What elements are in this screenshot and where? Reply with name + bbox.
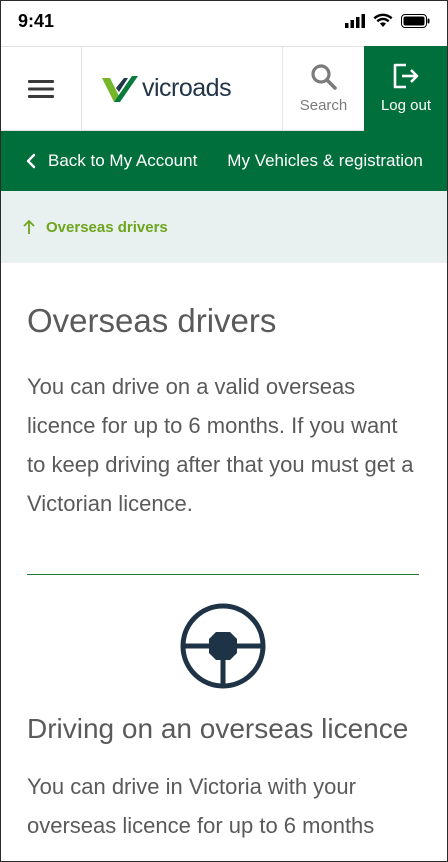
search-button[interactable]: Search	[282, 47, 364, 130]
section-heading: Driving on an overseas licence	[27, 713, 409, 744]
status-time: 9:41	[18, 11, 55, 31]
my-vehicles-link[interactable]: My Vehicles & registration	[227, 151, 423, 171]
section-paragraph: You can drive in Victoria with your over…	[27, 774, 375, 838]
vicroads-logo-icon	[102, 75, 138, 102]
hamburger-menu-icon	[27, 79, 54, 98]
signal-icon	[345, 13, 365, 28]
breadcrumb[interactable]: Overseas drivers	[0, 191, 448, 263]
battery-icon	[401, 13, 430, 28]
sub-navigation: Back to My Account My Vehicles & registr…	[0, 131, 448, 191]
site-header: vicroads Search Log out	[0, 46, 448, 131]
steering-wheel-wrap	[27, 602, 419, 690]
search-label: Search	[299, 97, 348, 114]
back-label: Back to My Account	[48, 151, 198, 170]
page-title: Overseas drivers	[27, 302, 277, 339]
main-content: Overseas drivers You can drive on a vali…	[27, 263, 419, 845]
status-icons	[345, 13, 430, 28]
vicroads-logo[interactable]: vicroads	[82, 47, 282, 130]
status-bar: 9:41	[0, 0, 448, 46]
steering-wheel-icon	[180, 603, 266, 689]
logout-icon	[393, 63, 419, 89]
breadcrumb-label: Overseas drivers	[46, 218, 168, 236]
search-icon	[310, 64, 337, 90]
chevron-left-icon	[26, 153, 36, 169]
menu-button[interactable]	[0, 47, 82, 130]
wifi-icon	[373, 13, 393, 27]
section-divider	[27, 574, 419, 575]
intro-paragraph: You can drive on a valid overseas licenc…	[27, 374, 414, 516]
logout-button[interactable]: Log out	[364, 46, 448, 131]
logout-label: Log out	[380, 97, 432, 114]
back-to-account-link[interactable]: Back to My Account	[0, 151, 197, 171]
arrow-up-icon	[23, 219, 35, 234]
logo-text: vicroads	[142, 74, 232, 102]
